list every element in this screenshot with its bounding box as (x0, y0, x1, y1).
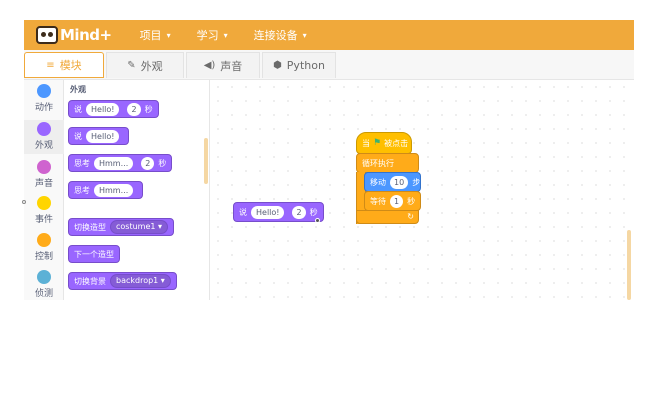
text-input[interactable]: Hello! (86, 102, 120, 116)
events-color-dot (37, 196, 51, 210)
palette-section-title: 外观 (70, 85, 86, 94)
loop-arrow-icon: ↻ (407, 212, 414, 221)
number-input[interactable]: 1 (390, 194, 404, 208)
block-palette: 外观 说 Hello! 2 秒 说 Hello! 思考 Hmm... 2 秒 思… (64, 80, 210, 300)
category-motion-label: 动作 (34, 103, 53, 113)
forever-label: 循环执行 (362, 158, 394, 168)
menu-connect-device[interactable]: 连接设备 ▾ (254, 27, 307, 43)
sound-color-dot (37, 160, 51, 174)
number-input[interactable]: 2 (141, 156, 155, 170)
block-verb: 思考 (74, 185, 90, 195)
next-costume-block[interactable]: 下一个造型 (68, 245, 120, 263)
text-input[interactable]: Hmm... (94, 183, 134, 197)
category-motion[interactable]: 动作 (24, 84, 64, 113)
tab-costumes[interactable]: ✎ 外观 (106, 52, 184, 78)
window-edge-handle[interactable] (22, 200, 26, 204)
tab-blocks-label: 模块 (59, 59, 82, 72)
speaker-icon: ◀) (203, 60, 216, 71)
costume-dropdown[interactable]: costume1 ▾ (110, 220, 169, 234)
caret-down-icon: ▾ (223, 30, 228, 40)
block-label: 下一个造型 (74, 249, 114, 259)
tab-blocks[interactable]: ≡ 模块 (24, 52, 104, 78)
logo[interactable]: Mind+ (36, 26, 112, 44)
tab-costumes-label: 外观 (140, 59, 163, 73)
text-input[interactable]: Hello! (251, 205, 285, 219)
backdrop-dropdown[interactable]: backdrop1 ▾ (110, 274, 171, 288)
text-input[interactable]: Hello! (86, 129, 120, 143)
number-input[interactable]: 10 (390, 175, 409, 189)
menu-project-label: 项目 (139, 29, 162, 42)
caret-down-icon: ▾ (166, 30, 171, 40)
menu-learn-label: 学习 (196, 29, 219, 42)
block-verb: 说 (239, 207, 247, 217)
block-verb: 思考 (74, 158, 90, 168)
menu-connect-device-label: 连接设备 (253, 29, 298, 42)
looks-color-dot (37, 122, 51, 136)
category-looks[interactable]: 外观 (24, 120, 64, 154)
category-control-label: 控制 (34, 252, 53, 262)
tab-sounds[interactable]: ◀) 声音 (186, 52, 260, 78)
category-sound[interactable]: 声音 (24, 160, 64, 189)
text-input[interactable]: Hmm... (94, 156, 134, 170)
block-unit: 步 (412, 177, 421, 187)
tab-python-label: Python (286, 59, 325, 72)
forever-block-bottom: ↻ (356, 210, 419, 224)
block-unit: 秒 (158, 158, 167, 168)
green-flag-icon: ⚑ (373, 138, 382, 148)
block-verb: 说 (74, 104, 82, 114)
number-input[interactable]: 2 (292, 205, 306, 219)
tab-sounds-label: 声音 (220, 59, 243, 73)
hat-prefix: 当 (362, 138, 370, 148)
mindplus-window: Mind+ 项目 ▾ 学习 ▾ 连接设备 ▾ ≡ 模块 ✎ 外观 ◀) 声音 ⬢ (24, 20, 634, 300)
category-menu: 动作 外观 声音 事件 控制 侦测 (24, 80, 64, 300)
block-unit: 秒 (407, 196, 416, 206)
block-verb: 切换背景 (74, 276, 106, 286)
say-for-secs-block[interactable]: 说 Hello! 2 秒 (68, 100, 159, 118)
workspace-scrollbar[interactable] (627, 230, 631, 300)
brush-icon: ✎ (127, 60, 136, 71)
control-color-dot (37, 233, 51, 247)
palette-scrollbar[interactable] (204, 138, 208, 184)
when-flag-clicked-block[interactable]: 当 ⚑ 被点击 (356, 132, 412, 154)
forever-block[interactable]: 循环执行 (356, 153, 419, 173)
menu-project[interactable]: 项目 ▾ (140, 27, 171, 43)
robot-logo-icon (36, 26, 58, 44)
think-for-secs-block[interactable]: 思考 Hmm... 2 秒 (68, 154, 173, 172)
python-icon: ⬢ (273, 60, 282, 71)
category-looks-label: 外观 (34, 141, 53, 151)
think-block[interactable]: 思考 Hmm... (68, 181, 144, 199)
say-block[interactable]: 说 Hello! (68, 127, 130, 145)
mouse-cursor-icon (315, 218, 320, 223)
switch-costume-block[interactable]: 切换造型 costume1 ▾ (68, 218, 175, 236)
category-control[interactable]: 控制 (24, 233, 64, 262)
block-verb: 等待 (370, 196, 386, 206)
switch-backdrop-block[interactable]: 切换背景 backdrop1 ▾ (68, 272, 177, 290)
block-verb: 切换造型 (74, 222, 106, 232)
block-unit: 秒 (144, 104, 153, 114)
hat-suffix: 被点击 (384, 138, 409, 148)
script-workspace[interactable]: 说 Hello! 2 秒 当 ⚑ 被点击 循环执行 移动 10 步 等待 1 秒… (211, 80, 634, 300)
category-sound-label: 声音 (34, 179, 53, 189)
block-verb: 说 (74, 131, 82, 141)
motion-color-dot (37, 84, 51, 98)
logo-text: Mind+ (60, 26, 112, 44)
category-events[interactable]: 事件 (24, 196, 64, 225)
block-unit: 秒 (309, 207, 318, 217)
sensing-color-dot (37, 270, 51, 284)
blocks-icon: ≡ (46, 59, 55, 71)
caret-down-icon: ▾ (302, 30, 307, 40)
workspace-say-block[interactable]: 说 Hello! 2 秒 (233, 202, 324, 222)
category-sensing-label: 侦测 (34, 289, 53, 299)
menu-bar: Mind+ 项目 ▾ 学习 ▾ 连接设备 ▾ (24, 20, 634, 50)
tab-python[interactable]: ⬢ Python (262, 52, 336, 78)
tab-bar: ≡ 模块 ✎ 外观 ◀) 声音 ⬢ Python (24, 50, 634, 80)
number-input[interactable]: 2 (127, 102, 141, 116)
category-events-label: 事件 (34, 215, 53, 225)
category-sensing[interactable]: 侦测 (24, 270, 64, 299)
wait-secs-block[interactable]: 等待 1 秒 (364, 191, 421, 211)
menu-learn[interactable]: 学习 ▾ (197, 27, 228, 43)
move-steps-block[interactable]: 移动 10 步 (364, 172, 421, 192)
block-verb: 移动 (370, 177, 386, 187)
